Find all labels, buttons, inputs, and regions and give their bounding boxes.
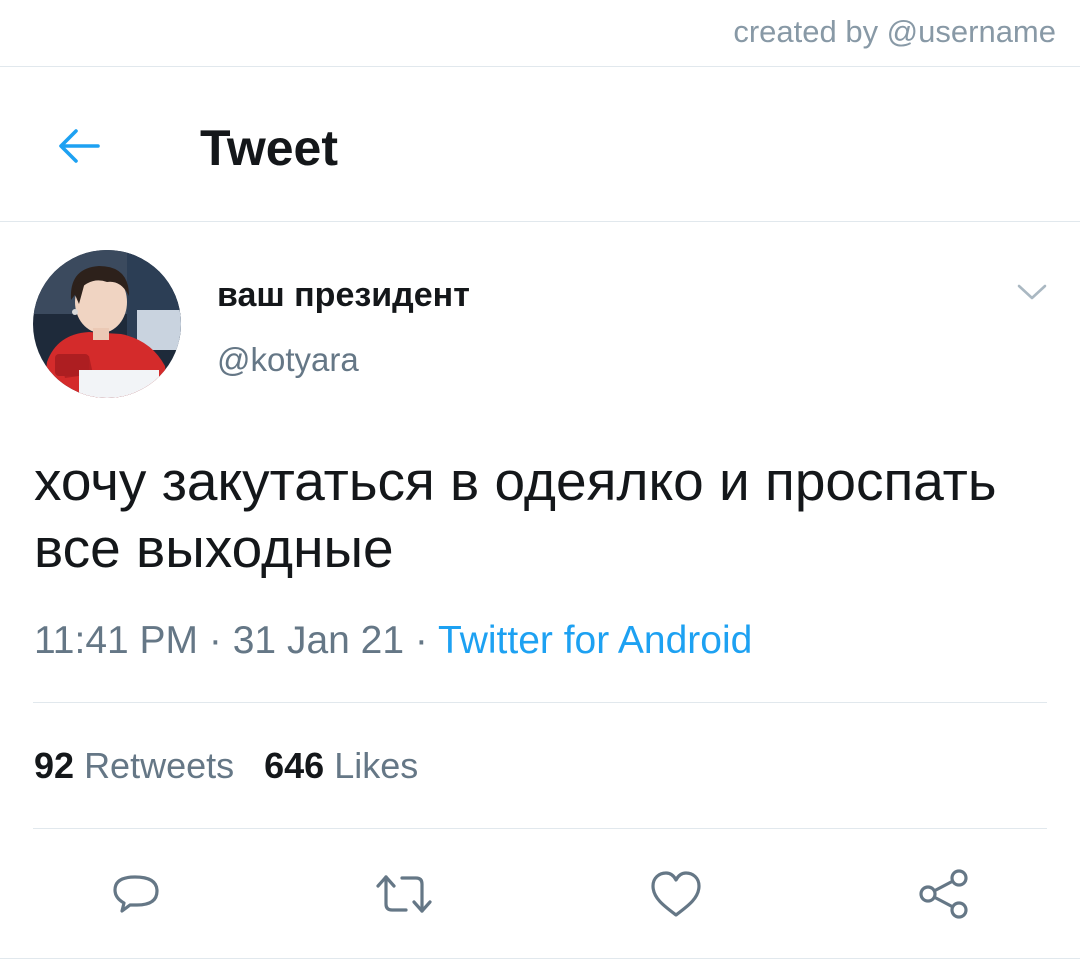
share-button[interactable]	[908, 858, 980, 930]
retweets-stat[interactable]: 92 Retweets	[34, 743, 234, 789]
watermark-credit: created by @username	[733, 14, 1056, 49]
stats-divider-bottom	[33, 828, 1047, 829]
top-divider	[0, 66, 1080, 67]
tweet-time: 11:41 PM	[34, 619, 199, 662]
retweet-count: 92	[34, 745, 75, 786]
avatar[interactable]	[33, 250, 181, 398]
meta-separator: ·	[208, 619, 222, 662]
arrow-left-icon	[59, 129, 100, 163]
tweet-text: хочу закутаться в одеялко и проспать все…	[34, 450, 997, 579]
page-title: Tweet	[200, 120, 338, 176]
reply-button[interactable]	[100, 858, 172, 930]
retweet-icon	[376, 875, 432, 913]
heart-icon	[651, 871, 701, 917]
like-label: Likes	[334, 745, 419, 786]
bottom-divider	[0, 958, 1080, 959]
stats-divider-top	[33, 702, 1047, 703]
tweet-date: 31 Jan 21	[232, 619, 405, 662]
tweet-stats: 92 Retweets 646 Likes	[34, 743, 418, 789]
profile-photo	[33, 250, 181, 398]
tweet-menu-button[interactable]	[1012, 276, 1052, 308]
back-button[interactable]	[48, 118, 108, 174]
meta-separator: ·	[414, 619, 428, 662]
author-handle[interactable]: @kotyara	[217, 339, 359, 381]
retweet-button[interactable]	[368, 858, 440, 930]
header-divider	[0, 221, 1080, 222]
like-button[interactable]	[640, 858, 712, 930]
share-icon	[919, 869, 968, 919]
like-count: 646	[264, 745, 325, 786]
retweet-label: Retweets	[84, 745, 235, 786]
tweet-meta: 11:41 PM · 31 Jan 21 · Twitter for Andro…	[34, 618, 752, 664]
chevron-down-icon	[1017, 284, 1047, 300]
tweet-source-link[interactable]: Twitter for Android	[438, 619, 752, 662]
author-display-name[interactable]: ваш президент	[217, 274, 470, 316]
reply-icon	[113, 875, 159, 913]
likes-stat[interactable]: 646 Likes	[264, 743, 418, 789]
